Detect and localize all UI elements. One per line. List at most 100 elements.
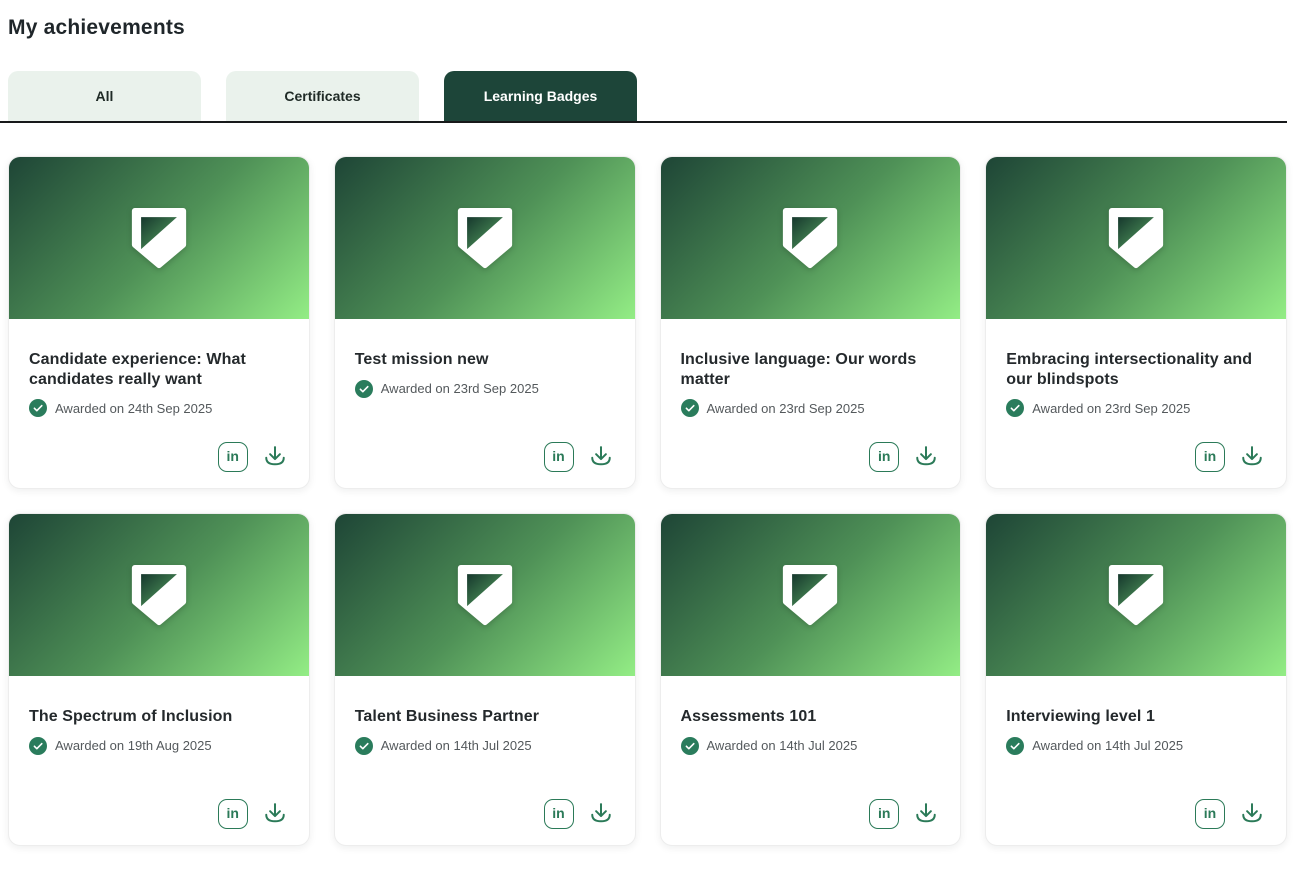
share-linkedin-button[interactable]: in bbox=[544, 799, 574, 829]
page-title: My achievements bbox=[8, 16, 1287, 40]
badge-title: Inclusive language: Our words matter bbox=[681, 350, 941, 389]
download-button[interactable] bbox=[1238, 800, 1266, 828]
shield-badge-icon bbox=[128, 205, 190, 271]
badge-card[interactable]: Embracing intersectionality and our blin… bbox=[985, 156, 1287, 489]
awarded-date: Awarded on 14th Jul 2025 bbox=[1032, 738, 1183, 753]
achievements-page: My achievements All Certificates Learnin… bbox=[0, 16, 1295, 846]
badge-card[interactable]: Talent Business Partner Awarded on 14th … bbox=[334, 513, 636, 846]
badge-card-body: Talent Business Partner Awarded on 14th … bbox=[335, 676, 635, 845]
badge-card[interactable]: Test mission new Awarded on 23rd Sep 202… bbox=[334, 156, 636, 489]
awarded-row: Awarded on 24th Sep 2025 bbox=[29, 399, 289, 417]
linkedin-icon: in bbox=[1204, 806, 1216, 820]
download-icon bbox=[912, 800, 940, 828]
tab-all[interactable]: All bbox=[8, 71, 201, 121]
awarded-row: Awarded on 19th Aug 2025 bbox=[29, 737, 289, 755]
shield-badge-icon bbox=[454, 205, 516, 271]
shield-badge-icon bbox=[779, 562, 841, 628]
linkedin-icon: in bbox=[878, 449, 890, 463]
badge-card[interactable]: Inclusive language: Our words matter Awa… bbox=[660, 156, 962, 489]
badge-banner bbox=[661, 514, 961, 676]
awarded-row: Awarded on 14th Jul 2025 bbox=[355, 737, 615, 755]
awarded-row: Awarded on 23rd Sep 2025 bbox=[355, 380, 615, 398]
awarded-date: Awarded on 14th Jul 2025 bbox=[707, 738, 858, 753]
badge-card[interactable]: Interviewing level 1 Awarded on 14th Jul… bbox=[985, 513, 1287, 846]
share-linkedin-button[interactable]: in bbox=[218, 442, 248, 472]
card-actions: in bbox=[869, 799, 940, 829]
tab-certificates[interactable]: Certificates bbox=[226, 71, 419, 121]
share-linkedin-button[interactable]: in bbox=[218, 799, 248, 829]
linkedin-icon: in bbox=[878, 806, 890, 820]
share-linkedin-button[interactable]: in bbox=[1195, 799, 1225, 829]
awarded-row: Awarded on 23rd Sep 2025 bbox=[1006, 399, 1266, 417]
share-linkedin-button[interactable]: in bbox=[544, 442, 574, 472]
badge-title: Candidate experience: What candidates re… bbox=[29, 350, 289, 389]
card-actions: in bbox=[544, 799, 615, 829]
card-actions: in bbox=[1195, 799, 1266, 829]
download-button[interactable] bbox=[587, 800, 615, 828]
card-actions: in bbox=[544, 442, 615, 472]
card-actions: in bbox=[1195, 442, 1266, 472]
badge-grid: Candidate experience: What candidates re… bbox=[8, 156, 1287, 846]
check-icon bbox=[1006, 737, 1024, 755]
download-button[interactable] bbox=[912, 443, 940, 471]
check-icon bbox=[29, 737, 47, 755]
shield-badge-icon bbox=[454, 562, 516, 628]
check-icon bbox=[681, 737, 699, 755]
badge-title: Interviewing level 1 bbox=[1006, 707, 1266, 727]
awarded-date: Awarded on 24th Sep 2025 bbox=[55, 401, 212, 416]
shield-badge-icon bbox=[779, 205, 841, 271]
badge-banner bbox=[986, 157, 1286, 319]
download-icon bbox=[587, 800, 615, 828]
badge-card-body: Inclusive language: Our words matter Awa… bbox=[661, 319, 961, 488]
card-actions: in bbox=[218, 442, 289, 472]
share-linkedin-button[interactable]: in bbox=[1195, 442, 1225, 472]
badge-title: The Spectrum of Inclusion bbox=[29, 707, 289, 727]
awarded-row: Awarded on 23rd Sep 2025 bbox=[681, 399, 941, 417]
awarded-row: Awarded on 14th Jul 2025 bbox=[1006, 737, 1266, 755]
download-icon bbox=[1238, 800, 1266, 828]
badge-card-body: Embracing intersectionality and our blin… bbox=[986, 319, 1286, 488]
download-button[interactable] bbox=[912, 800, 940, 828]
card-actions: in bbox=[218, 799, 289, 829]
badge-title: Embracing intersectionality and our blin… bbox=[1006, 350, 1266, 389]
badge-card[interactable]: Assessments 101 Awarded on 14th Jul 2025… bbox=[660, 513, 962, 846]
badge-banner bbox=[335, 157, 635, 319]
download-button[interactable] bbox=[1238, 443, 1266, 471]
badge-card-body: Interviewing level 1 Awarded on 14th Jul… bbox=[986, 676, 1286, 845]
badge-card-body: Assessments 101 Awarded on 14th Jul 2025… bbox=[661, 676, 961, 845]
download-button[interactable] bbox=[261, 443, 289, 471]
download-icon bbox=[912, 443, 940, 471]
download-icon bbox=[587, 443, 615, 471]
badge-title: Test mission new bbox=[355, 350, 615, 370]
badge-banner bbox=[9, 157, 309, 319]
linkedin-icon: in bbox=[1204, 449, 1216, 463]
check-icon bbox=[29, 399, 47, 417]
check-icon bbox=[355, 380, 373, 398]
awarded-date: Awarded on 23rd Sep 2025 bbox=[381, 381, 539, 396]
share-linkedin-button[interactable]: in bbox=[869, 799, 899, 829]
download-icon bbox=[261, 443, 289, 471]
linkedin-icon: in bbox=[227, 806, 239, 820]
awarded-date: Awarded on 23rd Sep 2025 bbox=[1032, 401, 1190, 416]
share-linkedin-button[interactable]: in bbox=[869, 442, 899, 472]
download-button[interactable] bbox=[261, 800, 289, 828]
shield-badge-icon bbox=[1105, 205, 1167, 271]
linkedin-icon: in bbox=[552, 449, 564, 463]
shield-badge-icon bbox=[1105, 562, 1167, 628]
badge-banner bbox=[9, 514, 309, 676]
badge-title: Talent Business Partner bbox=[355, 707, 615, 727]
badge-card-body: Test mission new Awarded on 23rd Sep 202… bbox=[335, 319, 635, 488]
awarded-date: Awarded on 14th Jul 2025 bbox=[381, 738, 532, 753]
badge-card[interactable]: Candidate experience: What candidates re… bbox=[8, 156, 310, 489]
awarded-row: Awarded on 14th Jul 2025 bbox=[681, 737, 941, 755]
tabs-underline bbox=[0, 121, 1287, 123]
badge-banner bbox=[986, 514, 1286, 676]
tabs-bar: All Certificates Learning Badges bbox=[8, 71, 1287, 121]
badge-banner bbox=[661, 157, 961, 319]
badge-title: Assessments 101 bbox=[681, 707, 941, 727]
badge-card[interactable]: The Spectrum of Inclusion Awarded on 19t… bbox=[8, 513, 310, 846]
tab-learning-badges[interactable]: Learning Badges bbox=[444, 71, 637, 121]
awarded-date: Awarded on 23rd Sep 2025 bbox=[707, 401, 865, 416]
download-button[interactable] bbox=[587, 443, 615, 471]
shield-badge-icon bbox=[128, 562, 190, 628]
